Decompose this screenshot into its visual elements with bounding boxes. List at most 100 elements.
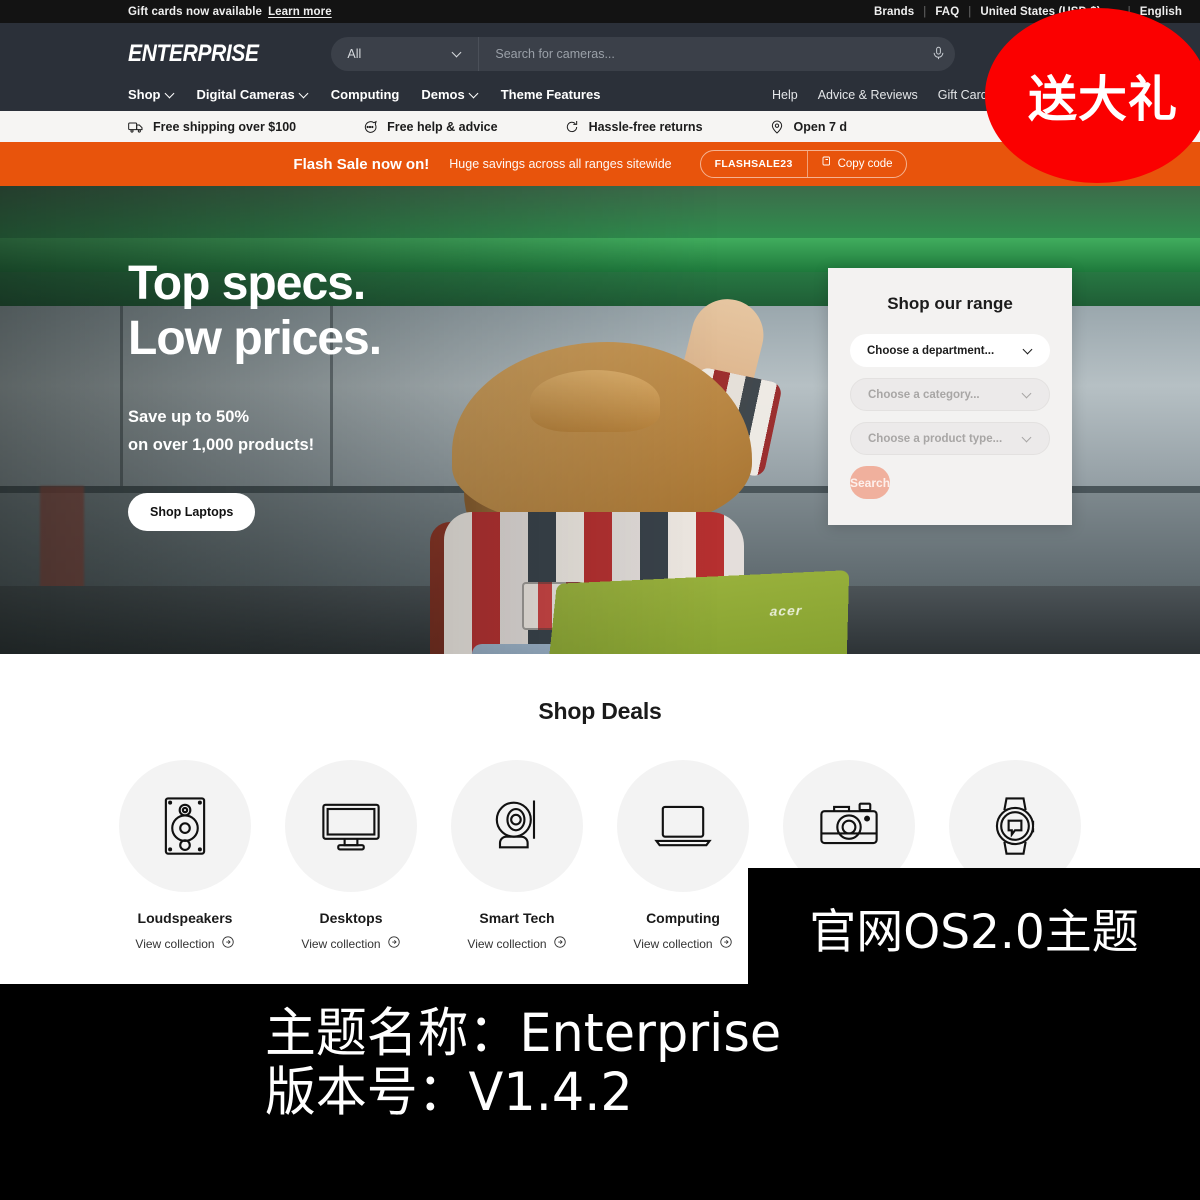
search-input[interactable]: [479, 36, 922, 71]
product-type-select[interactable]: Choose a product type...: [850, 422, 1050, 455]
view-collection-label: View collection: [135, 936, 215, 951]
return-arrow-icon: [564, 119, 580, 135]
department-select-label: Choose a department...: [867, 344, 995, 357]
theme-version-line: 版本号：V1.4.2: [265, 1062, 633, 1124]
theme-version-tag: 官网OS2.0主题: [748, 868, 1200, 986]
chevron-down-icon: [1023, 390, 1032, 399]
announcement-returns: Hassle-free returns: [564, 119, 703, 135]
range-card-title: Shop our range: [887, 294, 1013, 313]
truck-icon: [128, 119, 144, 135]
copy-code-button[interactable]: Copy code: [808, 151, 906, 177]
copy-code-label: Copy code: [837, 158, 893, 170]
arrow-right-circle-icon: [221, 935, 235, 952]
hero-subheading: Save up to 50% on over 1,000 products!: [128, 404, 381, 458]
department-select[interactable]: Choose a department...: [850, 334, 1050, 367]
deal-name: Desktops: [319, 910, 383, 926]
chevron-down-icon: [1024, 346, 1033, 355]
view-collection-link[interactable]: View collection: [617, 935, 749, 952]
hero-sub-line2: on over 1,000 products!: [128, 435, 315, 454]
announcement-free-shipping: Free shipping over $100: [128, 119, 296, 135]
announcement-label: Free shipping over $100: [153, 119, 297, 134]
view-collection-link[interactable]: View collection: [285, 935, 417, 952]
view-collection-link[interactable]: View collection: [119, 935, 251, 952]
search-category-label: All: [347, 46, 362, 61]
nav-item-shop[interactable]: Shop: [128, 87, 175, 102]
announcement-label: Hassle-free returns: [588, 119, 703, 134]
chevron-down-icon: [1023, 434, 1032, 443]
coupon-widget: FLASHSALE23 Copy code: [699, 150, 907, 178]
security-camera-icon: [451, 760, 583, 892]
arrow-right-circle-icon: [719, 935, 733, 952]
view-collection-label: View collection: [633, 936, 713, 951]
nav-item-computing[interactable]: Computing: [331, 87, 400, 102]
hero-sub-line1: Save up to 50%: [128, 408, 250, 427]
view-collection-label: View collection: [467, 936, 547, 951]
nav-label: Computing: [330, 87, 400, 102]
deal-name: Computing: [646, 910, 720, 926]
view-collection-label: View collection: [301, 936, 381, 951]
announcement-label: Free help & advice: [387, 119, 498, 134]
faq-link[interactable]: FAQ: [935, 6, 959, 18]
red-badge-text: 送大礼: [1027, 71, 1178, 128]
shop-our-range-card: Shop our range Choose a department... Ch…: [828, 268, 1072, 525]
promo-subtitle: Huge savings across all ranges sitewide: [449, 157, 672, 171]
divider: |: [968, 5, 972, 18]
bottom-info-banner: 主题名称：Enterprise 版本号：V1.4.2: [0, 986, 1200, 1200]
theme-name-line: 主题名称：Enterprise: [265, 1003, 782, 1064]
copy-icon: [821, 151, 833, 177]
chevron-down-icon: [166, 90, 175, 99]
nav-label: Shop: [128, 87, 161, 102]
deal-name: Loudspeakers: [137, 910, 233, 926]
language-selector-label[interactable]: English: [1140, 6, 1182, 18]
nav-label: Demos: [421, 87, 465, 102]
monitor-icon: [285, 760, 417, 892]
nav-item-demos[interactable]: Demos: [421, 87, 478, 102]
brands-link[interactable]: Brands: [874, 6, 914, 18]
header-top-row: ENTERPRISE All: [128, 23, 1072, 78]
search-bar: All: [331, 36, 956, 71]
category-select-label: Choose a category...: [868, 388, 980, 401]
announcement-opening-hours: Open 7 d: [769, 119, 847, 135]
view-collection-link[interactable]: View collection: [451, 935, 583, 952]
hero-copy: Top specs. Low prices. Save up to 50% on…: [128, 256, 382, 531]
search-category-select[interactable]: All: [331, 36, 480, 71]
chevron-down-icon: [453, 49, 462, 58]
deal-name: Smart Tech: [479, 910, 555, 926]
chat-icon: [362, 119, 378, 135]
deal-card-desktops[interactable]: Desktops View collection: [285, 760, 417, 952]
hero-heading-line2: Low prices.: [128, 312, 382, 366]
location-pin-icon: [769, 119, 785, 135]
loudspeaker-icon: [119, 760, 251, 892]
gift-card-text: Gift cards now available: [128, 5, 263, 18]
learn-more-link[interactable]: Learn more: [268, 6, 332, 18]
divider: |: [923, 5, 927, 18]
theme-version-tag-text: 官网OS2.0主题: [809, 904, 1139, 960]
shop-laptops-button[interactable]: Shop Laptops: [128, 492, 256, 531]
promo-title: Flash Sale now on!: [293, 155, 430, 173]
chevron-down-icon: [470, 90, 479, 99]
microphone-icon[interactable]: [921, 46, 955, 61]
hero-heading-line1: Top specs.: [128, 257, 366, 310]
utility-bar: Gift cards now available Learn more Bran…: [0, 0, 1200, 23]
nav-item-help[interactable]: Help: [772, 88, 798, 102]
site-logo[interactable]: ENTERPRISE: [128, 40, 259, 68]
deal-card-smart-tech[interactable]: Smart Tech View collection: [451, 760, 583, 952]
gift-card-notice: Gift cards now available Learn more: [128, 6, 332, 18]
deal-card-loudspeakers[interactable]: Loudspeakers View collection: [119, 760, 251, 952]
nav-item-digital-cameras[interactable]: Digital Cameras: [197, 87, 309, 102]
announcement-label: Open 7 d: [793, 119, 848, 134]
hero-banner: acer Top specs. Low prices. Save up to 5…: [0, 186, 1200, 654]
laptop-icon: [617, 760, 749, 892]
page-root: Gift cards now available Learn more Bran…: [0, 0, 1200, 1200]
arrow-right-circle-icon: [387, 935, 401, 952]
deal-card-computing[interactable]: Computing View collection: [617, 760, 749, 952]
nav-item-theme-features[interactable]: Theme Features: [501, 87, 601, 102]
chevron-down-icon: [300, 90, 309, 99]
nav-label: Digital Cameras: [196, 87, 295, 102]
announcement-free-help: Free help & advice: [362, 119, 498, 135]
shop-deals-title: Shop Deals: [538, 698, 662, 724]
range-search-button[interactable]: Search: [850, 466, 891, 499]
nav-item-advice-reviews[interactable]: Advice & Reviews: [818, 88, 918, 102]
red-gift-badge: 送大礼: [985, 8, 1200, 183]
category-select[interactable]: Choose a category...: [850, 378, 1050, 411]
